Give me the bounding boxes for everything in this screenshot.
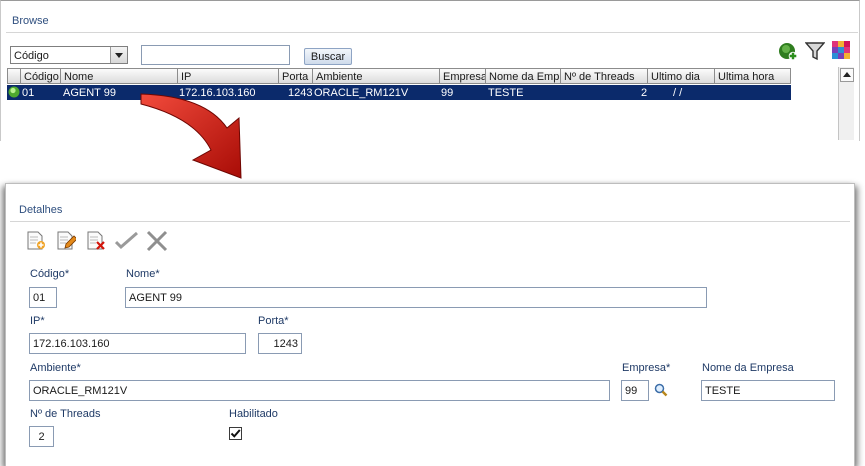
cell-porta: 1243 — [288, 87, 313, 99]
details-panel — [5, 183, 855, 466]
cell-empresa: 99 — [441, 87, 454, 99]
codigo-field[interactable]: 01 — [29, 287, 57, 308]
habilitado-label: Habilitado — [229, 408, 278, 420]
add-icon[interactable] — [778, 41, 798, 61]
new-record-icon[interactable] — [26, 231, 46, 251]
search-icon[interactable] — [654, 383, 668, 397]
column-header-codigo[interactable]: Código — [21, 68, 61, 84]
column-header-threads[interactable]: Nº de Threads — [561, 68, 648, 84]
column-header-empresa[interactable]: Empresa — [440, 68, 486, 84]
ip-label: IP* — [30, 315, 45, 327]
ip-field[interactable]: 172.16.103.160 — [29, 333, 246, 354]
column-header-ambiente[interactable]: Ambiente — [313, 68, 440, 84]
cell-threads: 2 — [641, 87, 648, 99]
details-title: Detalhes — [19, 204, 63, 216]
nome-empresa-field[interactable]: TESTE — [701, 380, 835, 401]
browse-title: Browse — [12, 15, 49, 27]
column-header-nome-empresa[interactable]: Nome da Empres — [486, 68, 561, 84]
filter-icon[interactable] — [804, 41, 826, 61]
column-header-porta[interactable]: Porta — [279, 68, 313, 84]
vertical-scrollbar[interactable] — [838, 67, 854, 140]
table-row[interactable]: 01 AGENT 99 172.16.103.160 1243 ORACLE_R… — [7, 85, 791, 100]
cell-ambiente: ORACLE_RM121V — [314, 87, 409, 99]
column-header-status[interactable] — [7, 68, 21, 84]
ambiente-label: Ambiente* — [30, 362, 81, 374]
ambiente-field[interactable]: ORACLE_RM121V — [29, 380, 610, 401]
habilitado-checkbox[interactable] — [229, 427, 242, 440]
scroll-up-icon[interactable] — [840, 68, 854, 82]
check-icon — [230, 429, 241, 438]
empresa-field[interactable]: 99 — [621, 380, 649, 401]
delete-record-icon[interactable] — [86, 231, 106, 251]
search-field-selected: Código — [14, 50, 49, 62]
porta-label: Porta* — [258, 315, 289, 327]
threads-label: Nº de Threads — [30, 408, 101, 420]
cell-nome-empresa: TESTE — [488, 87, 524, 99]
column-header-ip[interactable]: IP — [178, 68, 279, 84]
column-header-ultimo-dia[interactable]: Ultimo dia — [648, 68, 715, 84]
nome-empresa-label: Nome da Empresa — [702, 362, 794, 374]
arrow-down-right-icon — [140, 93, 242, 179]
edit-record-icon[interactable] — [56, 231, 78, 251]
cell-codigo: 01 — [22, 87, 35, 99]
threads-field[interactable]: 2 — [29, 426, 54, 447]
browse-grid: Código Nome IP Porta Ambiente Empresa No… — [7, 68, 791, 130]
nome-field[interactable]: AGENT 99 — [125, 287, 707, 308]
search-button[interactable]: Buscar — [304, 48, 352, 65]
details-divider — [10, 221, 850, 222]
chevron-down-icon[interactable] — [110, 47, 127, 63]
porta-field[interactable]: 1243 — [258, 333, 302, 354]
cell-ultimo-dia: / / — [673, 87, 683, 99]
column-header-nome[interactable]: Nome — [61, 68, 178, 84]
confirm-icon[interactable] — [114, 231, 139, 251]
nome-label: Nome* — [126, 268, 160, 280]
cell-nome: AGENT 99 — [63, 87, 116, 99]
column-header-ultima-hora[interactable]: Ultima hora — [715, 68, 791, 84]
cancel-icon[interactable] — [146, 230, 168, 252]
browse-divider — [6, 32, 858, 33]
empresa-label: Empresa* — [622, 362, 671, 374]
grid-layout-icon[interactable] — [832, 41, 852, 61]
search-input[interactable] — [141, 45, 290, 65]
codigo-label: Código* — [30, 268, 70, 280]
search-field-select[interactable]: Código — [10, 46, 128, 64]
status-dot-icon — [8, 86, 20, 98]
